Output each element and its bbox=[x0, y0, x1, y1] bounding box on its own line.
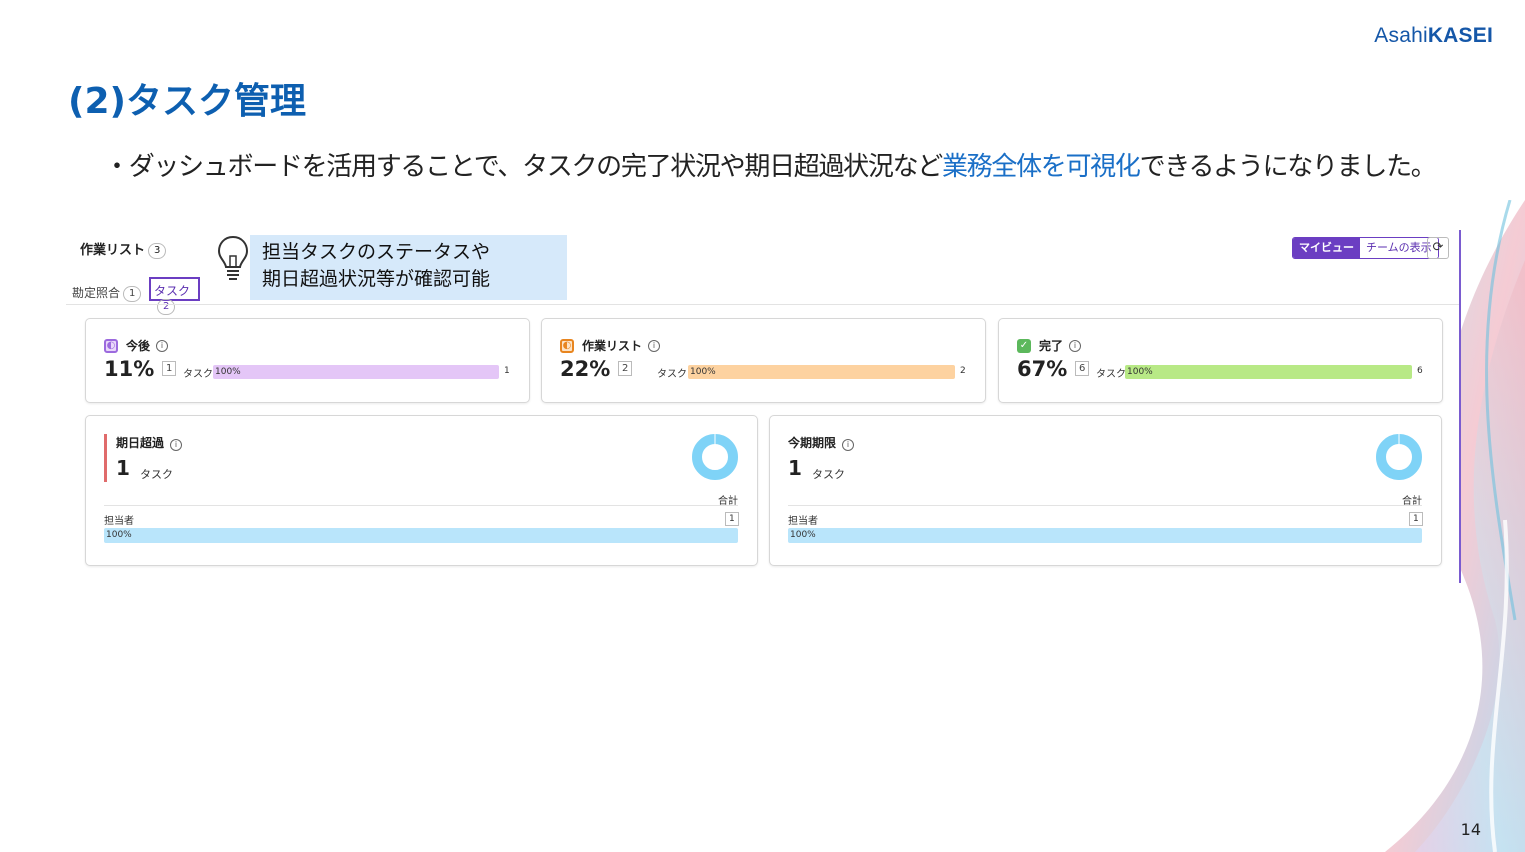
overdue-heading: 期日超過 i bbox=[116, 434, 183, 451]
assignee-label: 担当者 bbox=[104, 516, 134, 527]
bar-count: 6 bbox=[1417, 366, 1423, 376]
refresh-icon[interactable]: ⟳ bbox=[1427, 237, 1449, 259]
slide-number: 14 bbox=[1460, 820, 1481, 839]
view-toggle: マイビュー チームの表示 bbox=[1292, 237, 1439, 259]
task-unit: タスク bbox=[812, 468, 845, 481]
slide-title: (2)タスク管理 bbox=[68, 81, 306, 122]
percent-value: 67% bbox=[1017, 357, 1068, 381]
due-count: 1 bbox=[788, 456, 802, 480]
task-unit: タスク bbox=[183, 369, 213, 380]
info-icon[interactable]: i bbox=[170, 439, 183, 451]
card-divider bbox=[104, 505, 738, 506]
assignee-count: 1 bbox=[725, 512, 739, 526]
status-card-worklist[interactable]: ◐ 作業リスト i 22% 2 タスク 100% 2 bbox=[541, 318, 986, 403]
progress-bar: 100% bbox=[213, 365, 499, 379]
bullet-text: ・ダッシュボードを活用することで、タスクの完了状況や期日超過状況など業務全体を可… bbox=[104, 152, 1437, 182]
assignee-bar: 100% bbox=[104, 528, 738, 543]
lightbulb-icon bbox=[217, 235, 249, 280]
worklist-heading: 作業リスト 3 bbox=[80, 239, 167, 259]
task-count: 6 bbox=[1075, 361, 1090, 376]
check-icon: ✓ bbox=[1017, 338, 1031, 353]
tab-tasks[interactable]: タスク2 bbox=[149, 277, 200, 315]
due-heading: 今期期限 i bbox=[788, 434, 855, 451]
progress-bar: 100% bbox=[688, 365, 955, 379]
bar-count: 1 bbox=[504, 366, 510, 376]
info-icon[interactable]: i bbox=[1069, 339, 1082, 352]
percent-value: 22% bbox=[560, 357, 611, 381]
task-count: 1 bbox=[162, 361, 177, 376]
task-unit: タスク bbox=[1096, 369, 1126, 380]
worklist-count: 3 bbox=[148, 242, 167, 259]
info-icon[interactable]: i bbox=[842, 439, 855, 451]
assignee-bar: 100% bbox=[788, 528, 1422, 543]
task-unit: タスク bbox=[140, 468, 173, 481]
callout-box: 担当タスクのステータスや 期日超過状況等が確認可能 bbox=[250, 235, 567, 300]
dashboard-screenshot: 作業リスト 3 勘定照合 1 タスク2 担当タスクのステータスや 期日超過状況等が確… bbox=[66, 230, 1461, 583]
progress-bar: 100% bbox=[1125, 365, 1412, 379]
assignee-count: 1 bbox=[1409, 512, 1423, 526]
worklist-status-icon: ◐ bbox=[560, 338, 574, 353]
overdue-accent bbox=[104, 434, 107, 482]
status-card-upcoming[interactable]: ◐ 今後 i 11% 1 タスク 100% 1 bbox=[85, 318, 530, 403]
assignee-label: 担当者 bbox=[788, 516, 818, 527]
bullet-highlight: 業務全体を可視化 bbox=[941, 152, 1141, 182]
header-divider bbox=[66, 304, 1459, 305]
overdue-count: 1 bbox=[116, 456, 130, 480]
due-donut-chart bbox=[1376, 434, 1422, 480]
task-unit: タスク bbox=[657, 369, 687, 380]
percent-value: 11% bbox=[104, 357, 155, 381]
card-divider bbox=[788, 505, 1422, 506]
overdue-card[interactable]: 期日超過 i 1 タスク 合計 担当者 1 100% bbox=[85, 415, 758, 566]
due-this-period-card[interactable]: 今期期限 i 1 タスク 合計 担当者 1 100% bbox=[769, 415, 1442, 566]
info-icon[interactable]: i bbox=[648, 339, 661, 352]
upcoming-status-icon: ◐ bbox=[104, 338, 118, 353]
company-logo: AsahiKASEI bbox=[1374, 24, 1493, 47]
info-icon[interactable]: i bbox=[156, 339, 169, 352]
task-count: 2 bbox=[618, 361, 633, 376]
my-view-button[interactable]: マイビュー bbox=[1293, 238, 1360, 258]
tab-account-reconciliation[interactable]: 勘定照合 1 bbox=[72, 284, 142, 302]
status-card-completed[interactable]: ✓ 完了 i 67% 6 タスク 100% 6 bbox=[998, 318, 1443, 403]
overdue-donut-chart bbox=[692, 434, 738, 480]
bar-count: 2 bbox=[960, 366, 966, 376]
